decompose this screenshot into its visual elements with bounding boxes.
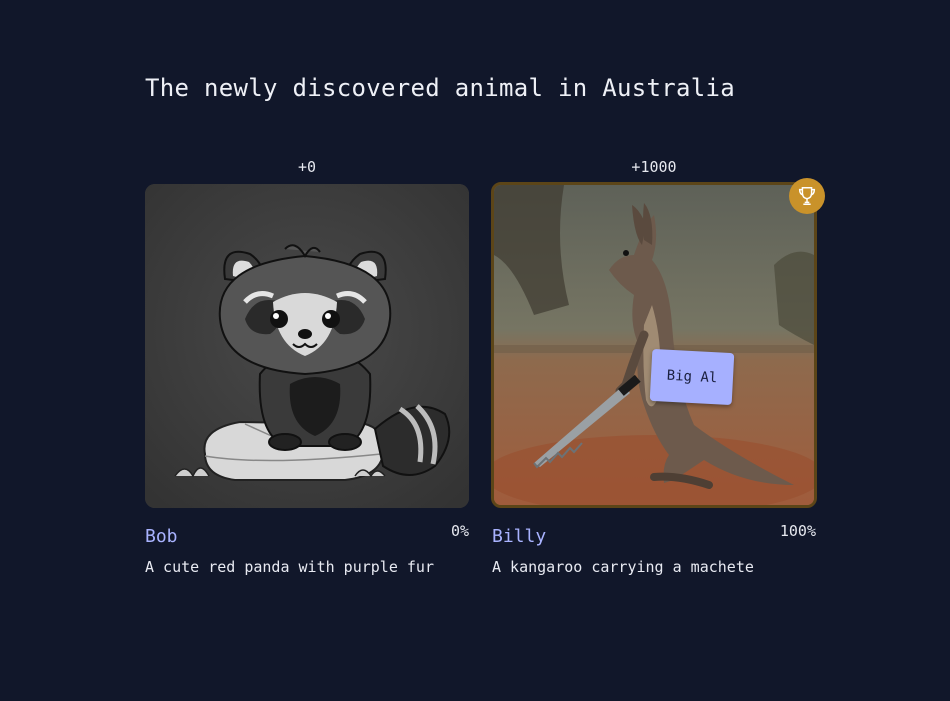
- trophy-icon: [798, 187, 816, 205]
- entry-card-billy[interactable]: +1000 Big Al Billy 100% A kangaroo carry…: [491, 150, 817, 576]
- entry-image-red-panda[interactable]: [145, 184, 469, 508]
- page-title: The newly discovered animal in Australia: [145, 74, 735, 102]
- vote-percent: 0%: [450, 522, 469, 540]
- vote-percent: 100%: [779, 522, 816, 540]
- entry-description: A kangaroo carrying a machete: [492, 558, 754, 576]
- entry-card-bob[interactable]: +0 Bob 0% A cute red panda with purple f…: [144, 150, 470, 576]
- red-panda-illustration: [145, 184, 469, 508]
- kangaroo-photo: [494, 185, 814, 505]
- winner-badge: [789, 178, 825, 214]
- entry-score: +0: [297, 158, 317, 176]
- entry-image-kangaroo[interactable]: Big Al: [491, 182, 817, 508]
- entry-description: A cute red panda with purple fur: [145, 558, 434, 576]
- entry-score: +1000: [631, 158, 677, 176]
- creator-tag: Big Al: [649, 348, 735, 406]
- creator-name[interactable]: Bob: [145, 526, 178, 547]
- creator-name[interactable]: Billy: [492, 526, 546, 547]
